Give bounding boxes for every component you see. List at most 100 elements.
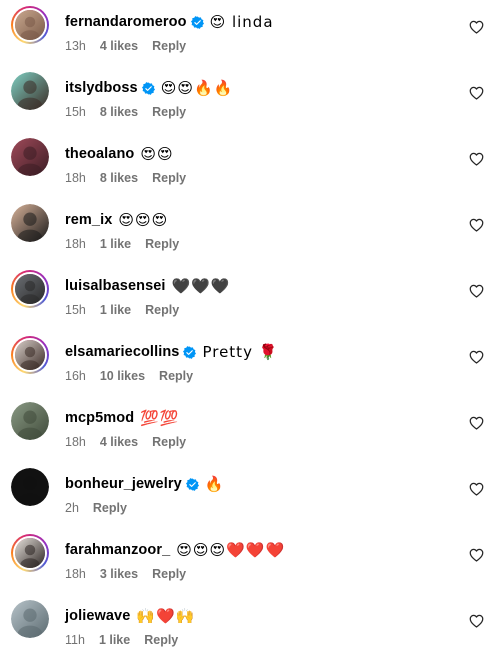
comment-username[interactable]: theoalano [65, 146, 134, 162]
heart-outline-icon[interactable] [469, 482, 484, 496]
reply-button[interactable]: Reply [144, 633, 178, 647]
verified-badge-icon [183, 345, 197, 359]
comment-username[interactable]: fernandaromeroo [65, 14, 187, 30]
avatar[interactable] [11, 600, 49, 638]
comment-meta: 18h 3 likes Reply [65, 567, 200, 581]
comment-likes-count[interactable]: 4 likes [100, 39, 138, 53]
comment-row: bonheur_jewelry 🔥 2h Reply [0, 464, 496, 530]
avatar[interactable] [11, 402, 49, 440]
comment-text: 😍😍😍❤️❤️❤️ [176, 541, 286, 559]
avatar[interactable] [11, 534, 49, 572]
comment-username[interactable]: luisalbasensei [65, 278, 166, 294]
comment-likes-count[interactable]: 10 likes [100, 369, 145, 383]
heart-outline-icon[interactable] [469, 350, 484, 364]
comment-username[interactable]: joliewave [65, 608, 130, 624]
reply-button[interactable]: Reply [152, 171, 186, 185]
avatar[interactable] [11, 6, 49, 44]
comment-body: elsamariecollins Pretty 🌹 [65, 342, 278, 362]
comment-time: 18h [65, 171, 86, 185]
avatar-photo [11, 72, 49, 110]
heart-outline-icon[interactable] [469, 548, 484, 562]
comment-time: 15h [65, 303, 86, 317]
avatar-photo [15, 538, 45, 568]
comment-text: Pretty 🌹 [202, 343, 279, 361]
comment-body: joliewave 🙌❤️🙌 [65, 606, 195, 626]
comment-username[interactable]: bonheur_jewelry [65, 476, 182, 492]
reply-button[interactable]: Reply [152, 435, 186, 449]
heart-outline-icon[interactable] [469, 20, 484, 34]
reply-button[interactable]: Reply [152, 39, 186, 53]
comment-time: 11h [65, 633, 85, 647]
reply-button[interactable]: Reply [159, 369, 193, 383]
verified-badge-icon [141, 81, 155, 95]
comment-likes-count[interactable]: 1 like [100, 303, 131, 317]
comment-username[interactable]: itslydboss [65, 80, 138, 96]
avatar[interactable] [11, 336, 49, 374]
comment-time: 18h [65, 567, 86, 581]
comment-text: 🔥 [204, 475, 225, 493]
heart-outline-icon[interactable] [469, 218, 484, 232]
comment-row: elsamariecollins Pretty 🌹 16h 10 likes Reply [0, 332, 496, 398]
comment-time: 18h [65, 237, 86, 251]
avatar[interactable] [11, 204, 49, 242]
comment-text: 🙌❤️🙌 [136, 607, 196, 625]
comment-text: 😍😍🔥🔥 [160, 79, 234, 97]
comment-username[interactable]: farahmanzoor_ [65, 542, 170, 558]
comment-meta: 18h 1 like Reply [65, 237, 193, 251]
comment-body: rem_ix 😍😍😍 [65, 210, 168, 230]
heart-outline-icon[interactable] [469, 86, 484, 100]
reply-button[interactable]: Reply [152, 567, 186, 581]
avatar-photo [11, 138, 49, 176]
comment-row: farahmanzoor_ 😍😍😍❤️❤️❤️ 18h 3 likes Reply [0, 530, 496, 596]
reply-button[interactable]: Reply [145, 303, 179, 317]
avatar[interactable] [11, 138, 49, 176]
comment-likes-count[interactable]: 3 likes [100, 567, 138, 581]
comment-text: 😍😍😍 [118, 211, 169, 229]
avatar[interactable] [11, 468, 49, 506]
avatar-photo [11, 204, 49, 242]
comment-time: 16h [65, 369, 86, 383]
avatar-photo [11, 468, 49, 506]
comment-row: itslydboss 😍😍🔥🔥 15h 8 likes Reply [0, 68, 496, 134]
comment-body: luisalbasensei 🖤🖤🖤 [65, 276, 231, 296]
heart-outline-icon[interactable] [469, 416, 484, 430]
comment-likes-count[interactable]: 1 like [99, 633, 130, 647]
comment-time: 13h [65, 39, 86, 53]
comment-meta: 18h 4 likes Reply [65, 435, 200, 449]
comment-text: 🖤🖤🖤 [171, 277, 231, 295]
comment-meta: 13h 4 likes Reply [65, 39, 200, 53]
comment-row: luisalbasensei 🖤🖤🖤 15h 1 like Reply [0, 266, 496, 332]
reply-button[interactable]: Reply [152, 105, 186, 119]
comment-likes-count[interactable]: 1 like [100, 237, 131, 251]
heart-outline-icon[interactable] [469, 614, 484, 628]
avatar[interactable] [11, 72, 49, 110]
avatar[interactable] [11, 270, 49, 308]
comment-row: rem_ix 😍😍😍 18h 1 like Reply [0, 200, 496, 266]
comment-body: bonheur_jewelry 🔥 [65, 474, 224, 494]
comment-text: 💯💯 [140, 409, 180, 427]
comment-body: theoalano 😍😍 [65, 144, 174, 164]
avatar-photo [15, 10, 45, 40]
heart-outline-icon[interactable] [469, 152, 484, 166]
comment-time: 15h [65, 105, 86, 119]
comment-likes-count[interactable]: 8 likes [100, 105, 138, 119]
verified-badge-icon [185, 477, 199, 491]
comment-meta: 15h 8 likes Reply [65, 105, 200, 119]
avatar-photo [11, 600, 49, 638]
comment-row: joliewave 🙌❤️🙌 11h 1 like Reply [0, 596, 496, 662]
comment-row: theoalano 😍😍 18h 8 likes Reply [0, 134, 496, 200]
comment-body: itslydboss 😍😍🔥🔥 [65, 78, 233, 98]
comment-username[interactable]: mcp5mod [65, 410, 134, 426]
comment-time: 18h [65, 435, 86, 449]
comment-meta: 16h 10 likes Reply [65, 369, 207, 383]
comment-likes-count[interactable]: 4 likes [100, 435, 138, 449]
comment-username[interactable]: elsamariecollins [65, 344, 179, 360]
avatar-photo [11, 402, 49, 440]
verified-badge-icon [190, 15, 204, 29]
comment-text: 😍😍 [140, 145, 174, 163]
heart-outline-icon[interactable] [469, 284, 484, 298]
comment-username[interactable]: rem_ix [65, 212, 112, 228]
reply-button[interactable]: Reply [93, 501, 127, 515]
comment-likes-count[interactable]: 8 likes [100, 171, 138, 185]
reply-button[interactable]: Reply [145, 237, 179, 251]
